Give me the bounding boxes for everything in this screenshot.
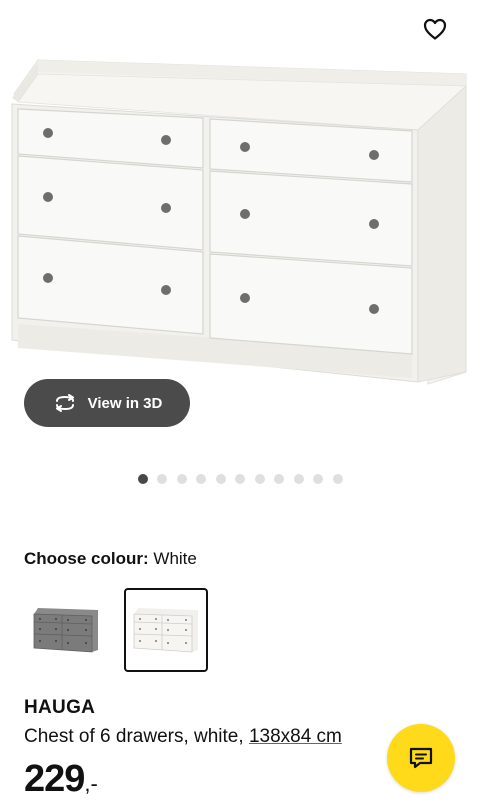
- price-suffix: ,-: [84, 771, 98, 796]
- gallery-dot[interactable]: [137, 474, 148, 484]
- product-description-text: Chest of 6 drawers, white,: [24, 726, 244, 747]
- gallery-dot[interactable]: [235, 474, 245, 484]
- product-price: 229,-: [24, 758, 98, 801]
- favourite-button[interactable]: [420, 14, 450, 44]
- colour-chooser-label: Choose colour: White: [24, 549, 197, 568]
- selected-colour: White: [153, 549, 197, 568]
- gallery-dot[interactable]: [293, 474, 304, 484]
- product-name: HAUGA: [24, 697, 96, 718]
- chat-button[interactable]: [387, 724, 455, 792]
- product-size-link[interactable]: 138x84 cm: [249, 726, 342, 747]
- price-integer: 229: [24, 758, 85, 800]
- colour-swatch-white[interactable]: [124, 588, 208, 672]
- gallery-pagination[interactable]: [0, 474, 480, 484]
- gallery-dot[interactable]: [254, 474, 265, 484]
- gallery-dot[interactable]: [176, 474, 187, 484]
- grey-dresser-thumbnail: [33, 608, 98, 653]
- gallery-dot[interactable]: [274, 474, 284, 484]
- chat-icon: [409, 747, 433, 769]
- product-description: Chest of 6 drawers, white, 138x84 cm: [24, 726, 342, 748]
- heart-icon: [423, 18, 447, 40]
- gallery-dot[interactable]: [196, 474, 206, 484]
- gallery-dot[interactable]: [332, 474, 343, 484]
- rotate-3d-icon: [55, 394, 74, 412]
- colour-swatch-grey[interactable]: [24, 588, 108, 672]
- gallery-dot[interactable]: [313, 474, 323, 484]
- white-dresser-thumbnail: [133, 608, 198, 653]
- gallery-dot[interactable]: [215, 474, 226, 484]
- gallery-dot[interactable]: [157, 474, 167, 484]
- product-image-dresser: [11, 59, 467, 385]
- view-in-3d-label: View in 3D: [87, 394, 163, 412]
- product-gallery[interactable]: View in 3D: [0, 0, 480, 484]
- colour-swatches: [24, 588, 208, 672]
- view-in-3d-button[interactable]: View in 3D: [24, 379, 190, 427]
